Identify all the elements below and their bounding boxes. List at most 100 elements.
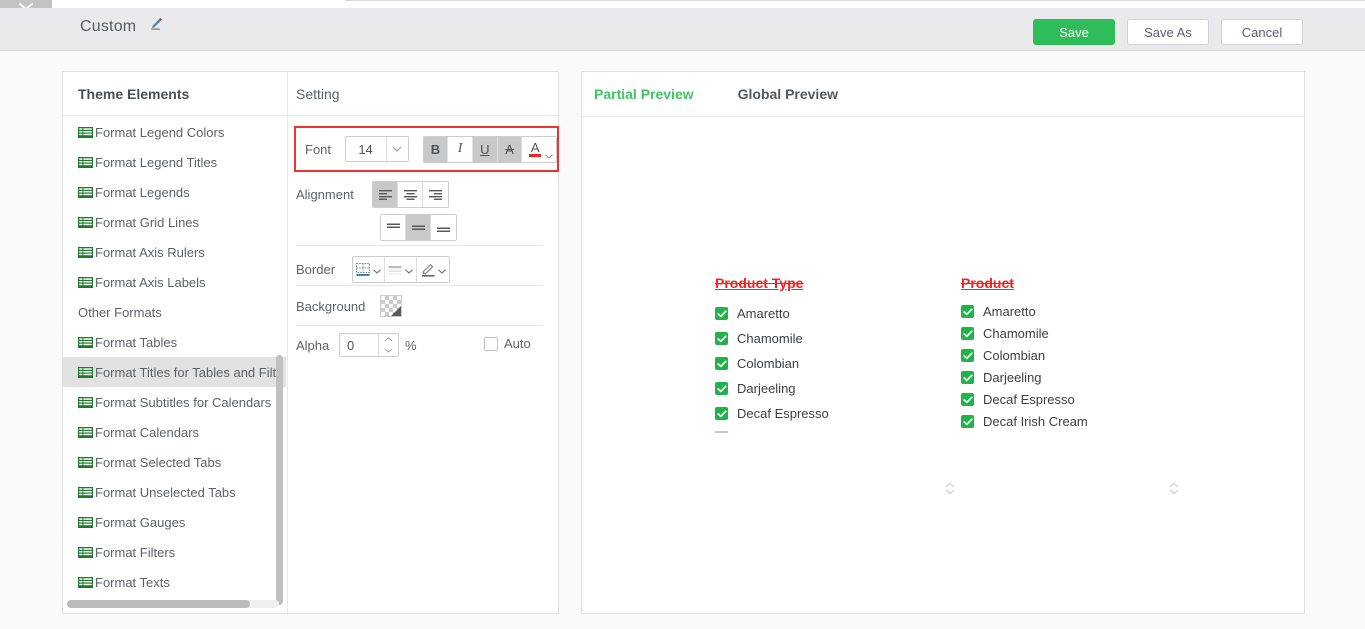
cancel-button[interactable]: Cancel — [1221, 19, 1303, 45]
list-item[interactable]: Amaretto — [715, 305, 829, 322]
stepper-up-icon[interactable] — [379, 334, 398, 345]
checkbox-checked[interactable] — [961, 371, 974, 384]
list-item[interactable]: Chamomile — [961, 325, 1088, 342]
checkbox-checked[interactable] — [715, 357, 728, 370]
border-line-weight-button[interactable] — [385, 257, 417, 282]
sidebar-item-label: Format Axis Rulers — [95, 244, 205, 260]
list-item[interactable]: Darjeeling — [961, 369, 1088, 386]
background-label: Background — [296, 298, 366, 314]
sidebar-item-format-calendars[interactable]: Format Calendars — [63, 417, 286, 447]
list-item[interactable]: Decaf Irish Cream — [961, 413, 1088, 430]
border-grid-icon — [356, 262, 370, 276]
sidebar-item-format-axis-rulers[interactable]: Format Axis Rulers — [63, 237, 286, 267]
checkbox-checked[interactable] — [715, 332, 728, 345]
alpha-value[interactable]: 0 — [340, 334, 378, 356]
preview-column-product: Product Amaretto Chamomile Colombian Darjeel… — [961, 275, 1088, 430]
sidebar-item-format-axis-labels[interactable]: Format Axis Labels — [63, 267, 286, 297]
list-item[interactable]: Chamomile — [715, 330, 829, 347]
sidebar-item-format-legend-titles[interactable]: Format Legend Titles — [63, 147, 286, 177]
sidebar-item-label: Format Legend Titles — [95, 154, 218, 170]
stepper-down-icon[interactable] — [379, 345, 398, 356]
sidebar-item-label: Format Subtitles for Calendars — [95, 394, 272, 410]
list-item[interactable]: Colombian — [961, 347, 1088, 364]
background-row: Background — [296, 295, 402, 317]
align-left-button[interactable] — [373, 182, 398, 207]
list-item-label: Amaretto — [983, 304, 1036, 319]
pencil-icon[interactable] — [148, 16, 164, 37]
bold-button[interactable]: B — [423, 136, 449, 162]
list-item[interactable]: Decaf Espresso — [715, 405, 829, 422]
strikethrough-glyph: A — [505, 141, 514, 157]
border-style-grid-button[interactable] — [353, 257, 385, 282]
list-item-label: Decaf Espresso — [737, 406, 829, 421]
divider-background — [296, 285, 543, 286]
sidebar-item-format-texts[interactable]: Format Texts — [63, 567, 286, 597]
save-button[interactable]: Save — [1033, 19, 1115, 45]
underline-glyph: U — [480, 141, 490, 157]
sidebar-item-other-formats[interactable]: Other Formats — [63, 297, 286, 327]
sidebar-item-label: Format Gauges — [95, 514, 186, 530]
list-item[interactable]: Decaf Espresso — [961, 391, 1088, 408]
align-right-button[interactable] — [423, 182, 448, 207]
background-color-swatch[interactable] — [380, 295, 402, 317]
checkbox-checked[interactable] — [715, 382, 728, 395]
tab-global-preview[interactable]: Global Preview — [738, 86, 838, 102]
align-bottom-button[interactable] — [431, 215, 456, 240]
sidebar-item-format-unselected-tabs[interactable]: Format Unselected Tabs — [63, 477, 286, 507]
italic-button[interactable]: I — [448, 136, 473, 162]
list-item[interactable]: Colombian — [715, 355, 829, 372]
auto-checkbox[interactable] — [484, 336, 498, 351]
list-format-icon — [78, 366, 93, 378]
sidebar-item-format-grid-lines[interactable]: Format Grid Lines — [63, 207, 286, 237]
checkbox-checked[interactable] — [715, 307, 728, 320]
save-as-button[interactable]: Save As — [1127, 19, 1209, 45]
list-item[interactable]: Amaretto — [961, 303, 1088, 320]
text-color-swatch — [529, 153, 542, 157]
sidebar-horizontal-scrollbar-thumb[interactable] — [67, 600, 250, 608]
list-format-icon — [78, 246, 93, 258]
align-middle-button[interactable] — [406, 215, 431, 240]
underline-button[interactable]: U — [473, 136, 498, 162]
sidebar-item-format-titles-for-tables-and-filt[interactable]: Format Titles for Tables and Filt — [63, 357, 286, 387]
alpha-stepper[interactable]: 0 — [339, 333, 399, 357]
sidebar-item-format-filters[interactable]: Format Filters — [63, 537, 286, 567]
tab-partial-preview[interactable]: Partial Preview — [594, 86, 694, 102]
sidebar-item-format-selected-tabs[interactable]: Format Selected Tabs — [63, 447, 286, 477]
checkbox-checked[interactable] — [961, 415, 974, 428]
list-item[interactable]: Darjeeling — [715, 380, 829, 397]
chevron-down-icon[interactable] — [385, 137, 408, 161]
align-top-button[interactable] — [381, 215, 406, 240]
chevron-down-icon[interactable] — [545, 147, 553, 162]
sidebar-item-format-tables[interactable]: Format Tables — [63, 327, 286, 357]
title-area: Custom — [80, 16, 164, 37]
sidebar-horizontal-scrollbar-track[interactable] — [67, 600, 279, 608]
preview-scroll-spinner-left[interactable] — [945, 482, 955, 495]
border-color-button[interactable] — [417, 257, 449, 282]
theme-elements-list[interactable]: Format Legend Colors Format Legend Titles… — [63, 117, 286, 615]
checkbox-checked[interactable] — [961, 305, 974, 318]
list-item-label: Darjeeling — [737, 381, 796, 396]
list-format-icon — [78, 576, 93, 588]
list-format-icon — [78, 126, 93, 138]
checkbox-checked[interactable] — [961, 327, 974, 340]
sidebar-vertical-scrollbar[interactable] — [276, 355, 283, 605]
sidebar-item-format-subtitles-for-calendars[interactable]: Format Subtitles for Calendars — [63, 387, 286, 417]
strikethrough-button[interactable]: A — [497, 136, 523, 162]
panel-headers: Theme Elements Setting — [63, 72, 558, 116]
list-format-icon — [78, 396, 93, 408]
checkbox-checked[interactable] — [715, 407, 728, 420]
alpha-auto-control[interactable]: Auto — [484, 336, 531, 351]
checkbox-checked[interactable] — [961, 393, 974, 406]
sidebar-item-format-legend-colors[interactable]: Format Legend Colors — [63, 117, 286, 147]
checkbox-checked[interactable] — [961, 349, 974, 362]
text-color-button[interactable]: A — [522, 136, 556, 162]
align-middle-icon — [411, 225, 425, 230]
font-size-select[interactable]: 14 — [344, 136, 409, 162]
alpha-label: Alpha — [296, 337, 330, 353]
sidebar-item-format-gauges[interactable]: Format Gauges — [63, 507, 286, 537]
body-area: Theme Elements Setting Format Legend Col… — [0, 52, 1365, 629]
align-center-button[interactable] — [398, 182, 423, 207]
sidebar-item-format-legends[interactable]: Format Legends — [63, 177, 286, 207]
preview-scroll-spinner-right[interactable] — [1169, 482, 1179, 495]
align-left-icon — [378, 190, 392, 200]
